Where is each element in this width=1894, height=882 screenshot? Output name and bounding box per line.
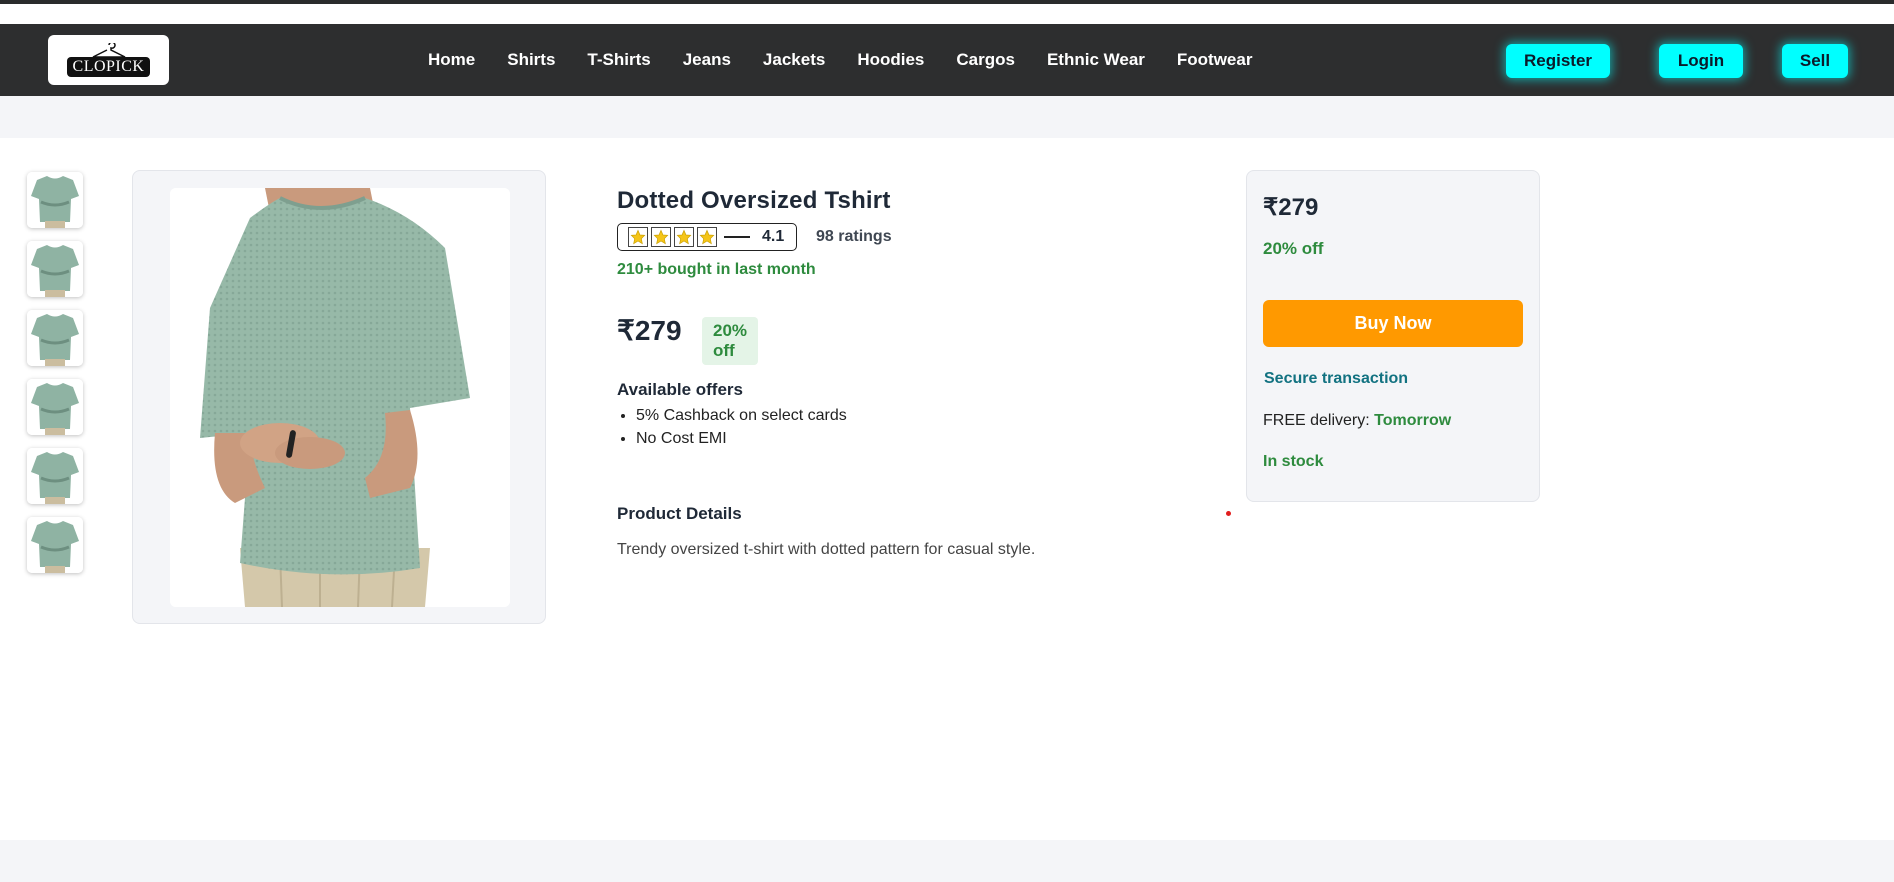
product-thumbnail[interactable] [27,172,83,228]
nav-jeans[interactable]: Jeans [683,50,731,70]
offer-item: No Cost EMI [636,430,847,448]
logo-text: CLOPICK [66,57,151,77]
nav-t-shirts[interactable]: T-Shirts [587,50,650,70]
nav-footwear[interactable]: Footwear [1177,50,1253,70]
ratings-count[interactable]: 98 ratings [816,228,892,246]
tshirt-thumbnail-image [27,448,83,504]
offers-heading: Available offers [617,380,743,399]
main-nav: Home Shirts T-Shirts Jeans Jackets Hoodi… [428,24,1284,96]
delivery-day: Tomorrow [1374,412,1452,429]
main-product-image[interactable] [170,188,510,607]
footer-band [0,840,1894,882]
offer-item: 5% Cashback on select cards [636,407,847,425]
product-title: Dotted Oversized Tshirt [617,187,891,214]
product-description: Trendy oversized t-shirt with dotted pat… [617,541,1036,558]
tshirt-thumbnail-image [27,517,83,573]
tshirt-image [170,188,510,607]
offers-list: 5% Cashback on select cards No Cost EMI [636,407,847,453]
navbar: CLOPICK Home Shirts T-Shirts Jeans Jacke… [0,24,1894,96]
product-thumbnail[interactable] [27,448,83,504]
buy-box: ₹279 20% off Buy Now Secure transaction … [1246,170,1540,502]
stock-status: In stock [1263,453,1324,470]
star-filled-icon [651,227,671,247]
tshirt-thumbnail-image [27,241,83,297]
nav-home[interactable]: Home [428,50,475,70]
product-thumbnail[interactable] [27,241,83,297]
secure-transaction-link[interactable]: Secure transaction [1264,370,1408,388]
rating-widget[interactable]: 4.1 [617,223,797,251]
nav-shirts[interactable]: Shirts [507,50,555,70]
nav-jackets[interactable]: Jackets [763,50,825,70]
product-details-heading: Product Details [617,504,742,523]
buy-box-price: ₹279 [1263,194,1319,221]
tshirt-thumbnail-image [27,310,83,366]
star-filled-icon [628,227,648,247]
buy-box-discount: 20% off [1263,239,1324,258]
tshirt-thumbnail-image [27,379,83,435]
header-spacer-band [0,96,1894,138]
discount-badge: 20% off [702,317,759,365]
login-button[interactable]: Login [1659,44,1743,78]
main-image-card [132,170,546,624]
product-thumbnail[interactable] [27,310,83,366]
star-empty-icon [724,236,750,238]
sell-button[interactable]: Sell [1782,44,1848,78]
product-thumbnail[interactable] [27,517,83,573]
buy-now-button[interactable]: Buy Now [1263,300,1523,347]
nav-cargos[interactable]: Cargos [956,50,1015,70]
delivery-label: FREE delivery: [1263,412,1370,429]
tshirt-thumbnail-image [27,172,83,228]
top-border [0,0,1894,4]
nav-ethnic-wear[interactable]: Ethnic Wear [1047,50,1145,70]
star-filled-icon [697,227,717,247]
product-thumbnail[interactable] [27,379,83,435]
rating-value: 4.1 [762,228,785,245]
delivery-info: FREE delivery: Tomorrow [1263,412,1451,430]
site-logo[interactable]: CLOPICK [48,35,169,85]
thumbnail-list [27,172,83,586]
bought-recently-text: 210+ bought in last month [617,261,816,278]
register-button[interactable]: Register [1506,44,1610,78]
product-price: ₹279 [617,315,682,346]
cursor-dot [1226,511,1231,516]
star-filled-icon [674,227,694,247]
nav-hoodies[interactable]: Hoodies [857,50,924,70]
